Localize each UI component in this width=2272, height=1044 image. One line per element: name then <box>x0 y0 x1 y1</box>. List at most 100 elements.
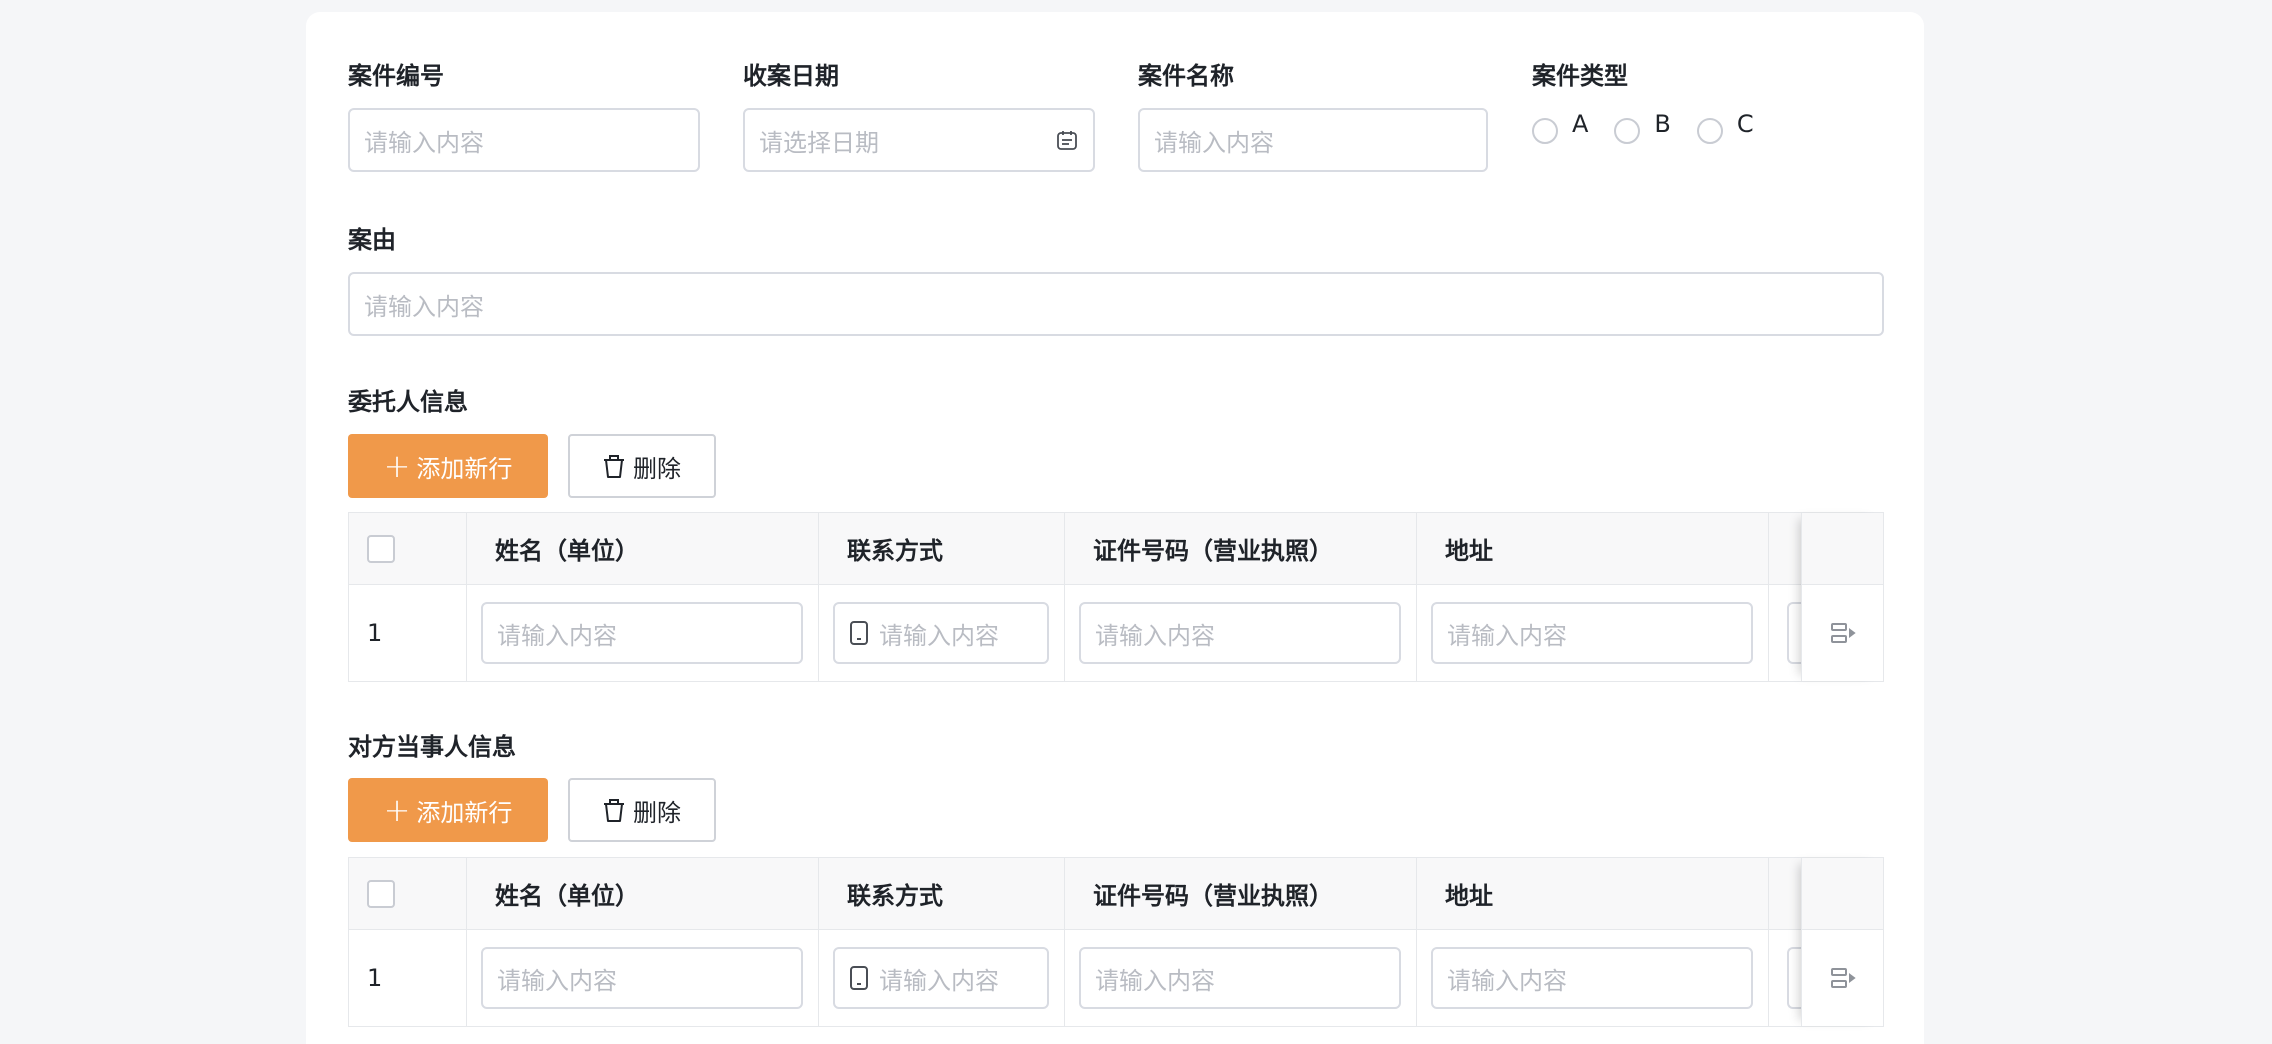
opponent-add-row-button[interactable]: + 添加新行 <box>348 778 548 842</box>
case-cause-placeholder: 请输入内容 <box>364 292 484 321</box>
address-input[interactable]: 请输入内容 <box>1431 602 1753 664</box>
row-contact-cell: 请输入内容 <box>819 930 1065 1026</box>
phone-icon <box>850 621 868 645</box>
radio-label-b: B <box>1654 110 1671 138</box>
case-name-label: 案件名称 <box>1138 62 1234 90</box>
column-header-name: 姓名（单位） <box>495 882 639 910</box>
row-address-cell: 请输入内容 <box>1417 930 1769 1026</box>
case-name-placeholder: 请输入内容 <box>1154 128 1274 157</box>
action-cell <box>1802 585 1883 681</box>
case-form-card: 案件编号 收案日期 案件名称 案件类型 请输入内容 请选择日期 请输入内容 A … <box>306 12 1924 1044</box>
plus-icon: + <box>383 791 411 829</box>
table-row: 1 请输入内容 请输入内容 请输入内容 请输入内容 <box>349 930 1883 1026</box>
header-contact-cell: 联系方式 <box>819 513 1065 584</box>
header-id-cell: 证件号码（营业执照） <box>1065 513 1417 584</box>
table-header: 姓名（单位） 联系方式 证件号码（营业执照） 地址 <box>349 513 1883 585</box>
hidden-column-input[interactable] <box>1787 602 1801 664</box>
case-type-radio-c[interactable]: C <box>1696 110 1754 144</box>
case-type-radio-group: A B C <box>1532 110 1780 144</box>
trash-icon <box>604 799 624 822</box>
header-contact-cell: 联系方式 <box>819 858 1065 929</box>
address-input[interactable]: 请输入内容 <box>1431 947 1753 1009</box>
header-check-cell <box>349 858 467 929</box>
add-row-label: 添加新行 <box>416 798 513 827</box>
header-address-cell: 地址 <box>1417 858 1769 929</box>
row-name-cell: 请输入内容 <box>467 585 819 681</box>
case-type-radio-a[interactable]: A <box>1532 110 1589 144</box>
client-table: 姓名（单位） 联系方式 证件号码（营业执照） 地址 1 请输入内容 请输入内容 … <box>348 512 1884 682</box>
action-header <box>1802 858 1883 930</box>
case-no-input[interactable]: 请输入内容 <box>348 108 700 172</box>
select-all-checkbox[interactable] <box>367 879 395 908</box>
hidden-column-input[interactable] <box>1787 947 1801 1009</box>
id-number-input[interactable]: 请输入内容 <box>1079 602 1401 664</box>
client-section-title: 委托人信息 <box>348 388 468 416</box>
column-header-id: 证件号码（营业执照） <box>1093 882 1333 910</box>
opponent-delete-button[interactable]: 删除 <box>568 778 716 842</box>
id-number-input[interactable]: 请输入内容 <box>1079 947 1401 1009</box>
fixed-action-column <box>1801 513 1883 681</box>
row-index: 1 <box>367 964 383 992</box>
header-name-cell: 姓名（单位） <box>467 513 819 584</box>
table-row: 1 请输入内容 请输入内容 请输入内容 请输入内容 <box>349 585 1883 681</box>
contact-input[interactable]: 请输入内容 <box>833 947 1049 1009</box>
row-address-cell: 请输入内容 <box>1417 585 1769 681</box>
case-type-radio-b[interactable]: B <box>1614 110 1671 144</box>
case-no-placeholder: 请输入内容 <box>364 128 484 157</box>
receive-date-picker[interactable]: 请选择日期 <box>743 108 1095 172</box>
plus-icon: + <box>383 447 411 485</box>
row-action-icon[interactable] <box>1830 966 1856 990</box>
row-id-cell: 请输入内容 <box>1065 930 1417 1026</box>
row-name-cell: 请输入内容 <box>467 930 819 1026</box>
case-name-input[interactable]: 请输入内容 <box>1138 108 1488 172</box>
radio-circle[interactable] <box>1696 118 1723 144</box>
column-header-name: 姓名（单位） <box>495 537 639 565</box>
row-id-cell: 请输入内容 <box>1065 585 1417 681</box>
radio-circle[interactable] <box>1532 118 1558 144</box>
id-placeholder: 请输入内容 <box>1095 621 1215 650</box>
row-index: 1 <box>367 619 383 647</box>
receive-date-placeholder: 请选择日期 <box>759 128 879 157</box>
contact-input[interactable]: 请输入内容 <box>833 602 1049 664</box>
name-input[interactable]: 请输入内容 <box>481 947 803 1009</box>
client-delete-button[interactable]: 删除 <box>568 434 716 498</box>
radio-label-a: A <box>1572 110 1589 138</box>
address-placeholder: 请输入内容 <box>1447 621 1567 650</box>
action-cell <box>1802 930 1883 1026</box>
name-placeholder: 请输入内容 <box>497 621 617 650</box>
column-header-id: 证件号码（营业执照） <box>1093 537 1333 565</box>
calendar-icon <box>1057 131 1077 150</box>
phone-icon <box>850 966 868 990</box>
row-index-cell: 1 <box>349 585 467 681</box>
delete-label: 删除 <box>633 454 681 483</box>
radio-circle[interactable] <box>1614 118 1641 144</box>
case-cause-input[interactable]: 请输入内容 <box>348 272 1884 336</box>
trash-icon <box>604 455 624 478</box>
header-id-cell: 证件号码（营业执照） <box>1065 858 1417 929</box>
radio-label-c: C <box>1736 110 1754 138</box>
case-no-label: 案件编号 <box>348 62 444 90</box>
table-header: 姓名（单位） 联系方式 证件号码（营业执照） 地址 <box>349 858 1883 930</box>
fixed-action-column <box>1801 858 1883 1026</box>
address-placeholder: 请输入内容 <box>1447 966 1567 995</box>
header-check-cell <box>349 513 467 584</box>
add-row-label: 添加新行 <box>416 454 513 483</box>
opponent-table: 姓名（单位） 联系方式 证件号码（营业执照） 地址 1 请输入内容 请输入内容 … <box>348 857 1884 1027</box>
contact-placeholder: 请输入内容 <box>879 621 999 650</box>
row-action-icon[interactable] <box>1830 621 1856 645</box>
header-name-cell: 姓名（单位） <box>467 858 819 929</box>
name-input[interactable]: 请输入内容 <box>481 602 803 664</box>
delete-label: 删除 <box>633 798 681 827</box>
row-index-cell: 1 <box>349 930 467 1026</box>
client-add-row-button[interactable]: + 添加新行 <box>348 434 548 498</box>
header-address-cell: 地址 <box>1417 513 1769 584</box>
opponent-section-title: 对方当事人信息 <box>348 733 516 761</box>
column-header-contact: 联系方式 <box>847 537 943 565</box>
case-type-label: 案件类型 <box>1532 62 1628 90</box>
action-header <box>1802 513 1883 585</box>
column-header-address: 地址 <box>1445 882 1493 910</box>
row-contact-cell: 请输入内容 <box>819 585 1065 681</box>
column-header-contact: 联系方式 <box>847 882 943 910</box>
select-all-checkbox[interactable] <box>367 534 395 563</box>
column-header-address: 地址 <box>1445 537 1493 565</box>
